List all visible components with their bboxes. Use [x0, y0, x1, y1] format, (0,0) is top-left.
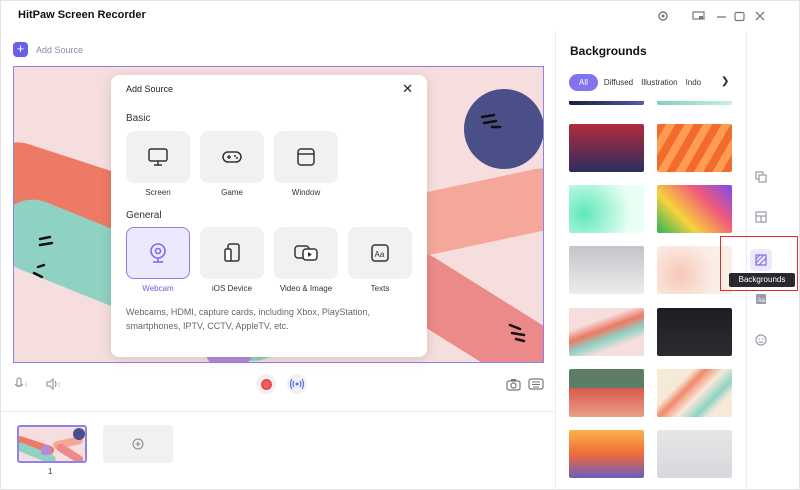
background-tile[interactable]	[657, 101, 732, 105]
backgrounds-tooltip: Backgrounds	[729, 273, 795, 287]
scene-number: 1	[48, 467, 53, 476]
background-tile[interactable]	[569, 101, 644, 105]
source-screen-button[interactable]	[126, 131, 190, 183]
ios-device-icon	[224, 243, 240, 262]
source-ios-device-label: iOS Device	[211, 284, 252, 293]
source-texts-label: Texts	[370, 284, 390, 293]
add-circle-icon	[132, 438, 144, 450]
chevron-right-icon[interactable]: ❯	[721, 76, 729, 87]
add-source-label: Add Source	[36, 44, 84, 55]
source-webcam-label: Webcam	[142, 284, 174, 293]
app-title: HitPaw Screen Recorder	[18, 9, 146, 21]
scene-divider	[1, 411, 555, 412]
scene-thumbnail-preview	[19, 427, 85, 461]
background-tile[interactable]	[569, 369, 644, 417]
source-texts-button[interactable]: Aa	[348, 227, 412, 279]
source-video-image-label: Video & Image	[279, 284, 333, 293]
broadcast-icon	[290, 378, 304, 390]
dialog-title: Add Source	[126, 84, 174, 94]
monitor-icon	[148, 148, 168, 166]
video-image-icon	[294, 245, 318, 261]
filter-tab-indo[interactable]: Indo	[682, 78, 706, 87]
plus-icon: +	[13, 42, 28, 57]
background-tile[interactable]	[657, 369, 732, 417]
record-icon	[260, 378, 272, 390]
gamepad-icon	[222, 151, 242, 163]
minimize-icon[interactable]	[714, 9, 728, 23]
dialog-close-icon[interactable]: ✕	[402, 81, 413, 97]
filter-tab-diffused[interactable]: Diffused	[600, 78, 637, 87]
scene-thumbnail[interactable]	[17, 425, 87, 463]
panel-divider	[555, 31, 556, 490]
background-tile[interactable]	[657, 308, 732, 356]
record-button[interactable]	[256, 374, 276, 394]
section-general-label: General	[126, 210, 162, 221]
add-source-button[interactable]: + Add Source	[13, 42, 83, 57]
source-video-image-button[interactable]	[274, 227, 338, 279]
source-description: Webcams, HDMI, capture cards, including …	[126, 307, 370, 331]
background-grid	[569, 101, 735, 479]
webcam-icon	[150, 243, 166, 263]
camera-icon[interactable]	[504, 375, 522, 393]
live-stream-button[interactable]	[287, 374, 307, 394]
background-tile[interactable]	[657, 185, 732, 233]
microphone-icon[interactable]	[13, 375, 31, 393]
texts-icon: Aa	[371, 244, 389, 262]
add-source-dialog: Add Source ✕ Basic Screen Game Window Ge…	[111, 75, 427, 357]
speaker-icon[interactable]	[45, 375, 63, 393]
sticker-icon[interactable]	[753, 332, 769, 348]
source-window-label: Window	[291, 188, 321, 197]
source-screen-label: Screen	[145, 188, 171, 197]
title-bar: HitPaw Screen Recorder	[1, 1, 800, 31]
background-tile[interactable]	[569, 246, 644, 294]
settings-icon[interactable]	[656, 9, 670, 23]
source-game-label: Game	[221, 188, 243, 197]
close-icon[interactable]	[753, 9, 767, 23]
keyboard-icon[interactable]	[527, 375, 545, 393]
window-icon	[297, 148, 315, 166]
maximize-icon[interactable]	[732, 9, 746, 23]
app-window: HitPaw Screen Recorder + Add Source Add …	[0, 0, 800, 490]
background-tile[interactable]	[569, 124, 644, 172]
filter-tab-all[interactable]: All	[569, 74, 598, 91]
svg-text:Aa: Aa	[758, 298, 766, 304]
background-tile[interactable]	[657, 124, 732, 172]
background-tile[interactable]	[569, 308, 644, 356]
svg-text:Aa: Aa	[375, 250, 385, 259]
text-style-icon[interactable]: Aa	[753, 291, 769, 307]
background-tile[interactable]	[657, 430, 732, 478]
source-window-button[interactable]	[274, 131, 338, 183]
source-webcam-button[interactable]	[126, 227, 190, 279]
add-scene-button[interactable]	[103, 425, 173, 463]
screen-cast-icon[interactable]	[691, 9, 705, 23]
backgrounds-title: Backgrounds	[570, 44, 647, 58]
source-ios-device-button[interactable]	[200, 227, 264, 279]
background-filter-tabs: All Diffused Illustration Indo	[569, 74, 729, 91]
background-tile[interactable]	[569, 185, 644, 233]
section-basic-label: Basic	[126, 113, 151, 124]
layers-icon[interactable]	[753, 169, 769, 185]
filter-tab-illustration[interactable]: Illustration	[637, 78, 681, 87]
source-game-button[interactable]	[200, 131, 264, 183]
layout-icon[interactable]	[753, 209, 769, 225]
background-tile[interactable]	[569, 430, 644, 478]
